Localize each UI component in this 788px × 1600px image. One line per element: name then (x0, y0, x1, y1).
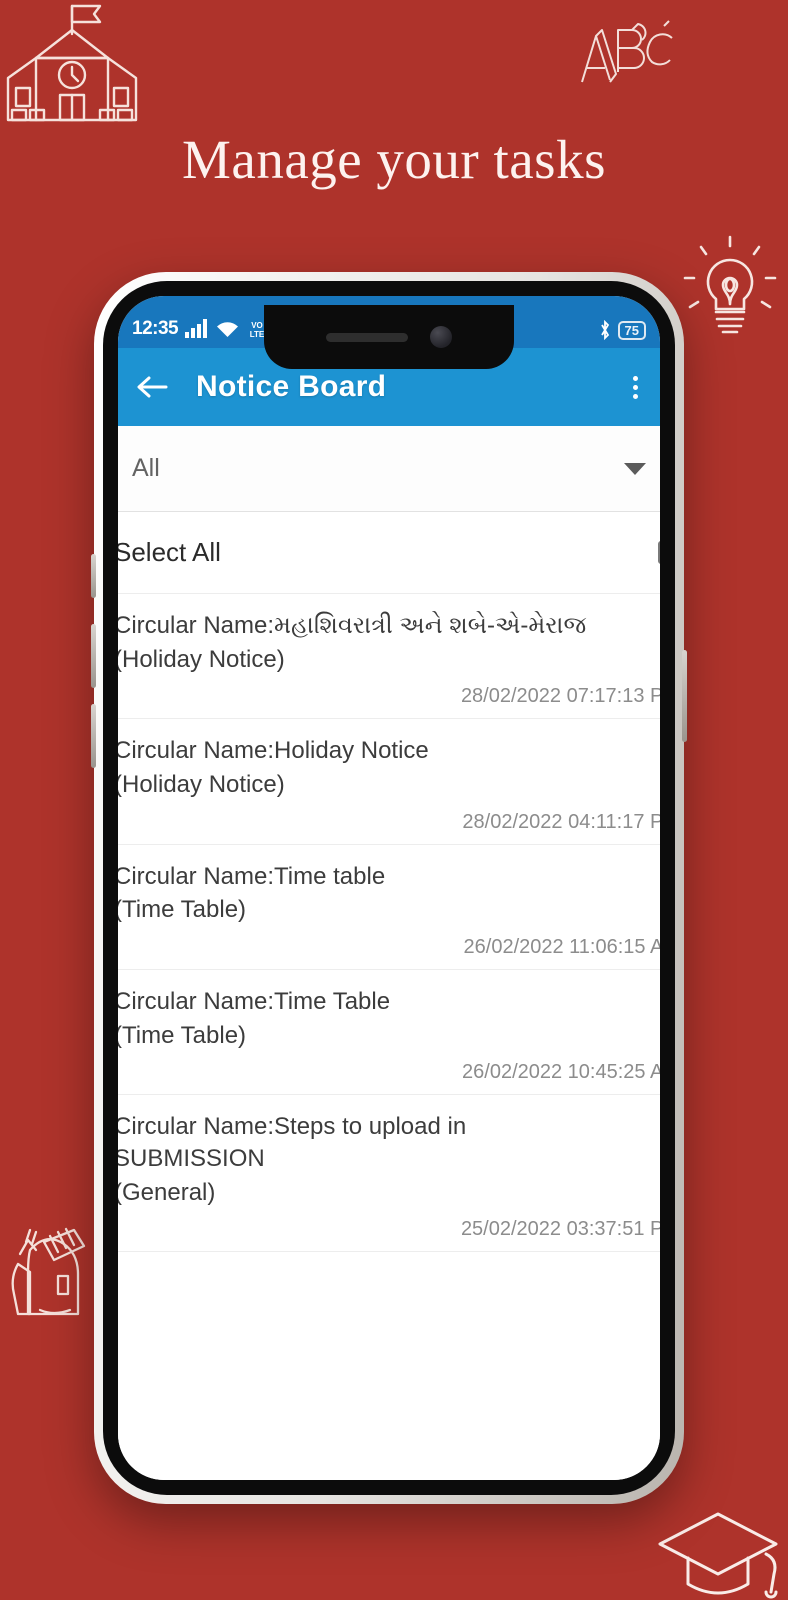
chevron-down-icon (624, 462, 646, 475)
category-filter-dropdown[interactable]: All (118, 426, 660, 512)
select-all-label: Select All (118, 537, 221, 567)
notice-title: Circular Name:Holiday Notice (118, 737, 429, 765)
notice-timestamp: 28/02/2022 07:17:13 PM (460, 685, 660, 708)
earpiece-speaker-icon (326, 332, 408, 342)
select-all-checkbox-wrap[interactable] (658, 540, 660, 564)
select-all-checkbox[interactable] (658, 540, 660, 564)
notice-list-item[interactable]: Circular Name:Time table (Time Table) 26… (118, 845, 660, 971)
svg-text:LTE: LTE (250, 330, 265, 339)
status-bar-right: 75 (598, 320, 646, 340)
notice-list-item[interactable]: Circular Name:Holiday Notice (Holiday No… (118, 719, 660, 845)
notice-body: Circular Name:મહાશિવરાત્રી અને શબે-એ-મેર… (118, 610, 660, 708)
school-building-icon (2, 0, 142, 128)
notice-title: Circular Name:Time table (118, 862, 386, 890)
phone-screen: 12:35 VO LTE 75 Notice Board All Select … (118, 296, 660, 1480)
notice-list-item[interactable]: Circular Name:Steps to upload in SUBMISS… (118, 1095, 660, 1253)
select-all-row[interactable]: Select All (118, 512, 660, 594)
graduation-cap-icon (648, 1496, 788, 1600)
svg-text:VO: VO (251, 321, 263, 330)
category-filter-value: All (132, 454, 160, 482)
notice-body: Circular Name:Holiday Notice (Holiday No… (118, 735, 660, 833)
notice-list-item[interactable]: Circular Name:Time Table (Time Table) 26… (118, 970, 660, 1096)
status-time: 12:35 (132, 317, 179, 339)
front-camera-icon (430, 326, 452, 348)
battery-badge: 75 (617, 320, 646, 340)
abc-letters-icon (560, 8, 678, 92)
notice-timestamp: 26/02/2022 11:06:15 AM (463, 936, 660, 959)
notice-title: Circular Name:Time Table (118, 988, 391, 1016)
notice-type: (Holiday Notice) (118, 645, 285, 673)
notice-timestamp: 28/02/2022 04:11:17 PM (462, 810, 660, 833)
notice-title: Circular Name:Steps to upload in SUBMISS… (118, 1113, 467, 1173)
wifi-icon (217, 321, 239, 337)
notice-type: (General) (118, 1178, 216, 1206)
page-title: Manage your tasks (182, 129, 606, 190)
notice-list-item[interactable]: Circular Name:મહાશિવરાત્રી અને શબે-એ-મેર… (118, 594, 660, 720)
notice-type: (Holiday Notice) (118, 771, 285, 799)
notice-title: Circular Name:મહાશિવરાત્રી અને શબે-એ-મેર… (118, 612, 587, 639)
bluetooth-icon (600, 320, 609, 340)
phone-notch (264, 305, 514, 369)
notice-type: (Time Table) (118, 1021, 247, 1049)
overflow-menu-icon[interactable] (629, 372, 642, 403)
notice-body: Circular Name:Time table (Time Table) 26… (118, 861, 660, 959)
back-arrow-icon[interactable] (136, 374, 168, 400)
phone-power-button[interactable] (682, 650, 687, 742)
app-bar-title: Notice Board (196, 370, 387, 403)
notice-timestamp: 26/02/2022 10:45:25 AM (462, 1061, 660, 1084)
phone-volume-up-button[interactable] (91, 624, 96, 688)
notice-type: (Time Table) (118, 896, 247, 924)
phone-mute-button[interactable] (91, 554, 96, 598)
notice-timestamp: 25/02/2022 03:37:51 PM (460, 1218, 660, 1241)
lightbulb-icon (678, 228, 782, 344)
phone-volume-down-button[interactable] (91, 704, 96, 768)
notice-body: Circular Name:Steps to upload in SUBMISS… (118, 1111, 660, 1241)
signal-bars-icon (185, 319, 208, 338)
backpack-icon (0, 1202, 92, 1320)
notice-board-content: All Select All Circular Name:મહાશિવરાત્ર… (118, 426, 660, 1480)
phone-mockup: 12:35 VO LTE 75 Notice Board All Select … (91, 272, 687, 1504)
notice-body: Circular Name:Time Table (Time Table) 26… (118, 986, 660, 1084)
